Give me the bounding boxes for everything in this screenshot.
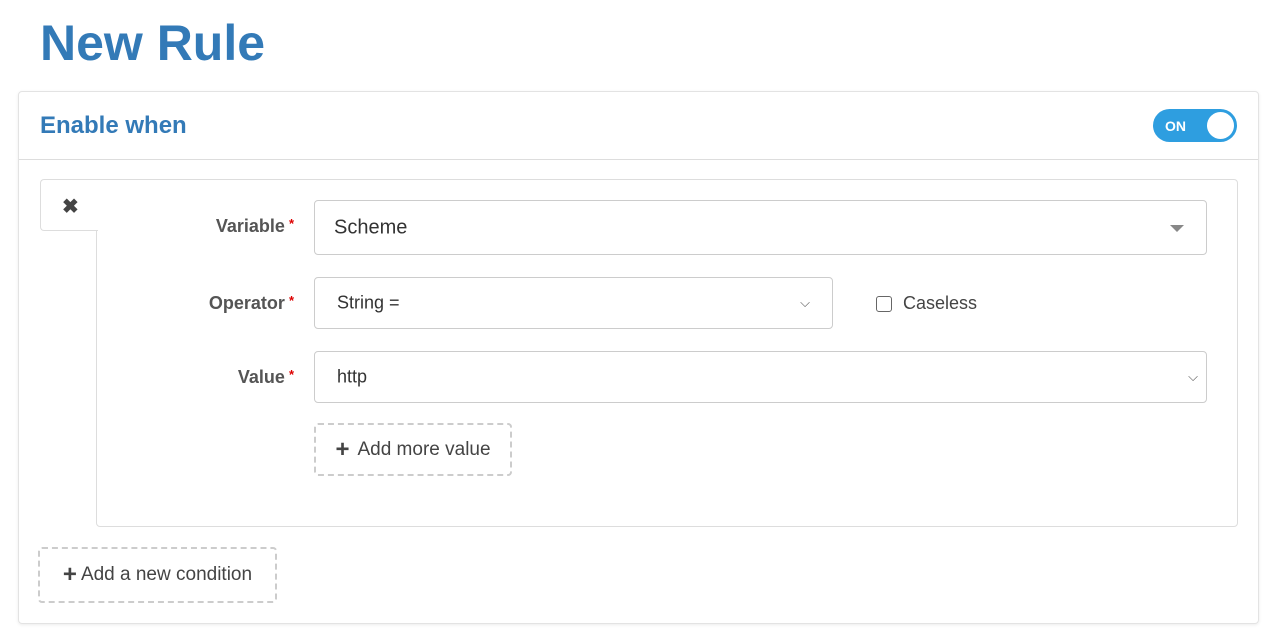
add-more-value-button[interactable]: + Add more value bbox=[314, 423, 512, 476]
caseless-checkbox[interactable] bbox=[876, 296, 892, 312]
value-select[interactable]: http ⌵ bbox=[314, 351, 1207, 403]
dropdown-arrow-icon bbox=[1170, 225, 1184, 232]
operator-label: Operator * bbox=[208, 293, 294, 313]
variable-label: Variable * bbox=[215, 216, 294, 236]
enable-toggle[interactable]: ON bbox=[1153, 109, 1237, 142]
value-label: Value * bbox=[237, 367, 294, 387]
panel-header: Enable when ON bbox=[19, 92, 1258, 160]
page-title: New Rule bbox=[40, 15, 266, 71]
operator-select[interactable]: String = ⌵ bbox=[314, 277, 833, 329]
plus-icon: + bbox=[62, 561, 77, 588]
chevron-down-icon: ⌵ bbox=[1188, 369, 1198, 384]
plus-icon: + bbox=[335, 435, 350, 463]
variable-select[interactable]: Scheme bbox=[314, 200, 1207, 255]
close-icon: ✖ bbox=[62, 196, 79, 218]
panel-heading: Enable when bbox=[40, 112, 187, 139]
toggle-knob bbox=[1207, 112, 1234, 139]
add-condition-button[interactable]: + Add a new condition bbox=[38, 547, 277, 603]
caseless-label[interactable]: Caseless bbox=[903, 293, 977, 314]
toggle-label: ON bbox=[1165, 118, 1186, 134]
remove-condition-button[interactable]: ✖ bbox=[40, 179, 98, 231]
chevron-down-icon: ⌵ bbox=[800, 295, 810, 310]
